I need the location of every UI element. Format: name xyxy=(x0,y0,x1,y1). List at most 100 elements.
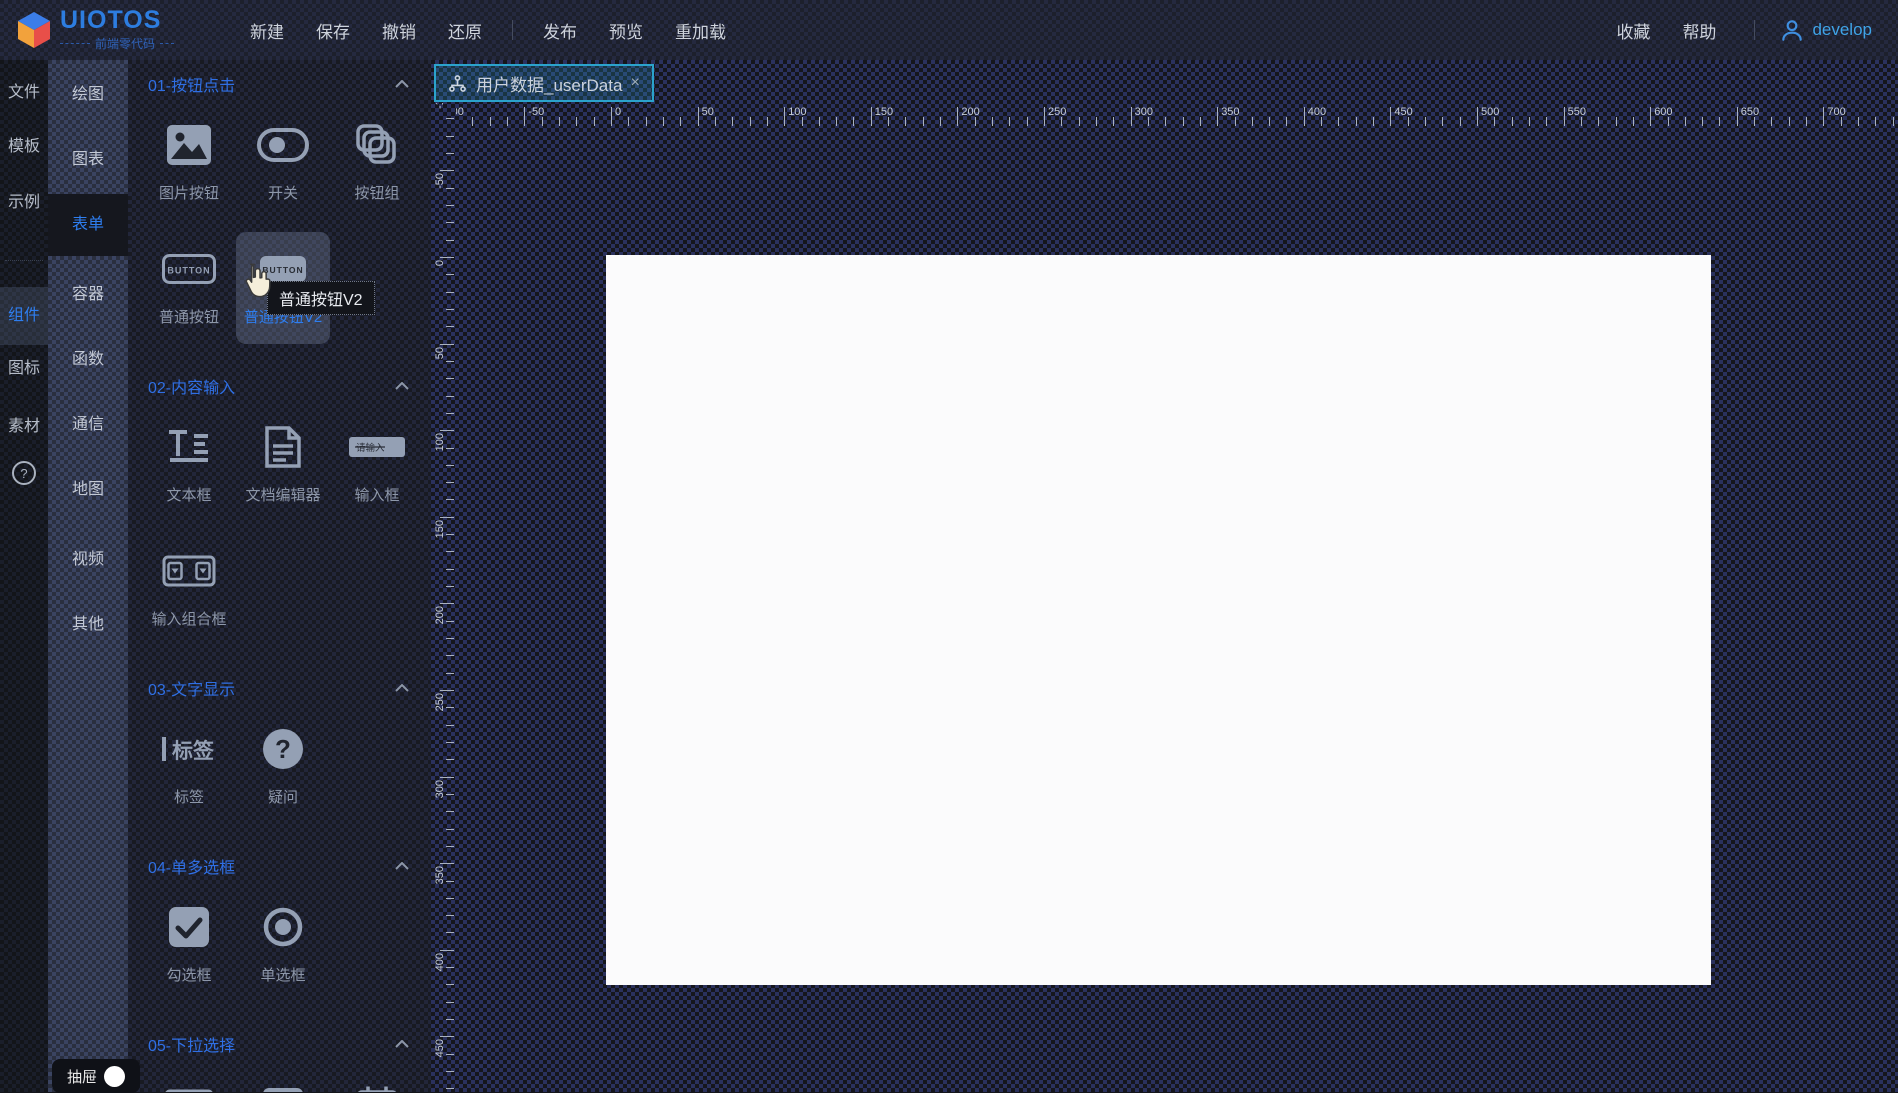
sidebar-item-素材[interactable]: 素材 xyxy=(0,412,48,442)
palette-item-疑问[interactable]: ?疑问 xyxy=(236,712,330,824)
ruler-tick xyxy=(446,448,454,449)
ruler-tick xyxy=(957,107,958,126)
tab-close-icon[interactable]: × xyxy=(630,74,639,92)
sidebar-item-文件[interactable]: 文件 xyxy=(0,78,48,108)
ruler-tick xyxy=(1113,117,1114,126)
ruler-tick xyxy=(446,569,454,570)
palette-section: 02-内容输入文本框文档编辑器请输入输入框输入组合框 xyxy=(128,368,431,670)
menu-item-收藏[interactable]: 收藏 xyxy=(1600,18,1666,43)
ruler-tick xyxy=(446,984,454,985)
palette-item-文档编辑器[interactable]: 文档编辑器 xyxy=(236,410,330,522)
menu-item-发布[interactable]: 发布 xyxy=(527,18,593,43)
palette-item-输入框[interactable]: 请输入输入框 xyxy=(330,410,424,522)
ruler-tick xyxy=(1373,117,1374,126)
sidebar-item-示例[interactable]: 示例 xyxy=(0,188,48,218)
ruler-tick xyxy=(698,107,699,126)
menu-item-预览[interactable]: 预览 xyxy=(593,18,659,43)
menu-item-新建[interactable]: 新建 xyxy=(234,18,300,43)
sidebar-item-组件[interactable]: 组件 xyxy=(0,301,48,331)
ruler-tick xyxy=(905,117,906,126)
ruler-tick xyxy=(1581,117,1582,126)
palette-item-勾选框[interactable]: 勾选框 xyxy=(142,890,236,1002)
ruler-tick xyxy=(646,117,647,126)
chevron-up-icon[interactable] xyxy=(395,75,409,93)
drawer-toggle[interactable]: 抽屉 xyxy=(52,1059,140,1093)
palette-item-label: 输入框 xyxy=(354,484,399,505)
palette-item-开关[interactable]: 开关 xyxy=(236,108,330,220)
palette-item-list-select-icon[interactable] xyxy=(236,1068,330,1092)
category-item-视频[interactable]: 视频 xyxy=(48,529,128,591)
ruler-tick xyxy=(440,257,454,258)
palette-item-文本框[interactable]: 文本框 xyxy=(142,410,236,522)
palette-item-select-icon[interactable] xyxy=(142,1068,236,1092)
chevron-up-icon[interactable] xyxy=(395,679,409,697)
palette-item-普通按钮[interactable]: BUTTON普通按钮 xyxy=(142,232,236,344)
ruler-tick xyxy=(446,638,454,639)
ruler-tick xyxy=(446,655,454,656)
category-item-通信[interactable]: 通信 xyxy=(48,394,128,456)
ruler-tick xyxy=(1789,117,1790,126)
ruler-tick xyxy=(1685,117,1686,126)
palette-item-图片按钮[interactable]: 图片按钮 xyxy=(142,108,236,220)
ruler-tick xyxy=(446,673,454,674)
category-item-表单[interactable]: 表单 xyxy=(48,194,128,256)
ruler-label: 200 xyxy=(434,606,446,624)
ruler-tick xyxy=(1598,117,1599,126)
ruler-tick xyxy=(888,117,889,126)
drawer-toggle-knob[interactable] xyxy=(104,1066,125,1087)
palette-item-单选框[interactable]: 单选框 xyxy=(236,890,330,1002)
ruler-label: 500 xyxy=(1481,106,1499,118)
ruler-tick xyxy=(1217,107,1218,126)
menu-item-保存[interactable]: 保存 xyxy=(300,18,366,43)
palette-section-header[interactable]: 05-下拉选择 xyxy=(128,1026,431,1062)
user-account[interactable]: develop xyxy=(1779,17,1872,43)
palette-section-header[interactable]: 03-文字显示 xyxy=(128,670,431,706)
category-item-绘图[interactable]: 绘图 xyxy=(48,64,128,126)
ruler-tick xyxy=(446,1054,454,1055)
palette-item-calendar-icon[interactable] xyxy=(330,1068,424,1092)
ruler-tick xyxy=(446,153,454,154)
ruler-tick xyxy=(1650,107,1651,126)
chevron-up-icon[interactable] xyxy=(395,377,409,395)
canvas-viewport[interactable] xyxy=(456,130,1898,1092)
menu-item-重加载[interactable]: 重加载 xyxy=(659,18,742,43)
sidebar-item-图标[interactable]: 图标 xyxy=(0,354,48,384)
help-button[interactable]: ? xyxy=(0,460,48,486)
tab-userdata[interactable]: 用户数据_userData × xyxy=(434,64,654,102)
menu-item-还原[interactable]: 还原 xyxy=(432,18,498,43)
menu-item-撤销[interactable]: 撤销 xyxy=(366,18,432,43)
ruler-tick xyxy=(446,1071,454,1072)
ruler-tick xyxy=(871,107,872,126)
palette-section-header[interactable]: 01-按钮点击 xyxy=(128,66,431,102)
menu-item-帮助[interactable]: 帮助 xyxy=(1666,18,1732,43)
palette-item-标签[interactable]: 标签标签 xyxy=(142,712,236,824)
ruler-tick xyxy=(446,413,454,414)
top-toolbar: UIOTOS 前端零代码 新建保存撤销还原 发布预览重加载 收藏帮助 devel… xyxy=(0,0,1898,60)
ruler-tick xyxy=(836,117,837,126)
category-item-图表[interactable]: 图表 xyxy=(48,129,128,191)
palette-item-按钮组[interactable]: 按钮组 xyxy=(330,108,424,220)
ruler-tick xyxy=(524,107,525,126)
menu-divider xyxy=(1754,20,1755,40)
ruler-tick xyxy=(446,829,454,830)
palette-item-输入组合框[interactable]: 输入组合框 xyxy=(142,534,236,646)
category-item-其他[interactable]: 其他 xyxy=(48,594,128,656)
question-icon: ? xyxy=(262,720,304,778)
category-item-容器[interactable]: 容器 xyxy=(48,264,128,326)
radio-icon xyxy=(262,898,304,956)
sidebar-item-模板[interactable]: 模板 xyxy=(0,132,48,162)
palette-section-header[interactable]: 04-单多选框 xyxy=(128,848,431,884)
chevron-up-icon[interactable] xyxy=(395,857,409,875)
ruler-tick xyxy=(446,482,454,483)
ruler-tick xyxy=(446,274,454,275)
canvas-page[interactable] xyxy=(606,255,1711,985)
ruler-tick xyxy=(1131,107,1132,126)
palette-section-header[interactable]: 02-内容输入 xyxy=(128,368,431,404)
category-item-函数[interactable]: 函数 xyxy=(48,329,128,391)
ruler-tick xyxy=(1304,107,1305,126)
ruler-tick xyxy=(446,551,454,552)
chevron-up-icon[interactable] xyxy=(395,1035,409,1053)
ruler-tick xyxy=(446,811,454,812)
category-item-地图[interactable]: 地图 xyxy=(48,459,128,521)
combo-input-icon xyxy=(162,542,216,600)
